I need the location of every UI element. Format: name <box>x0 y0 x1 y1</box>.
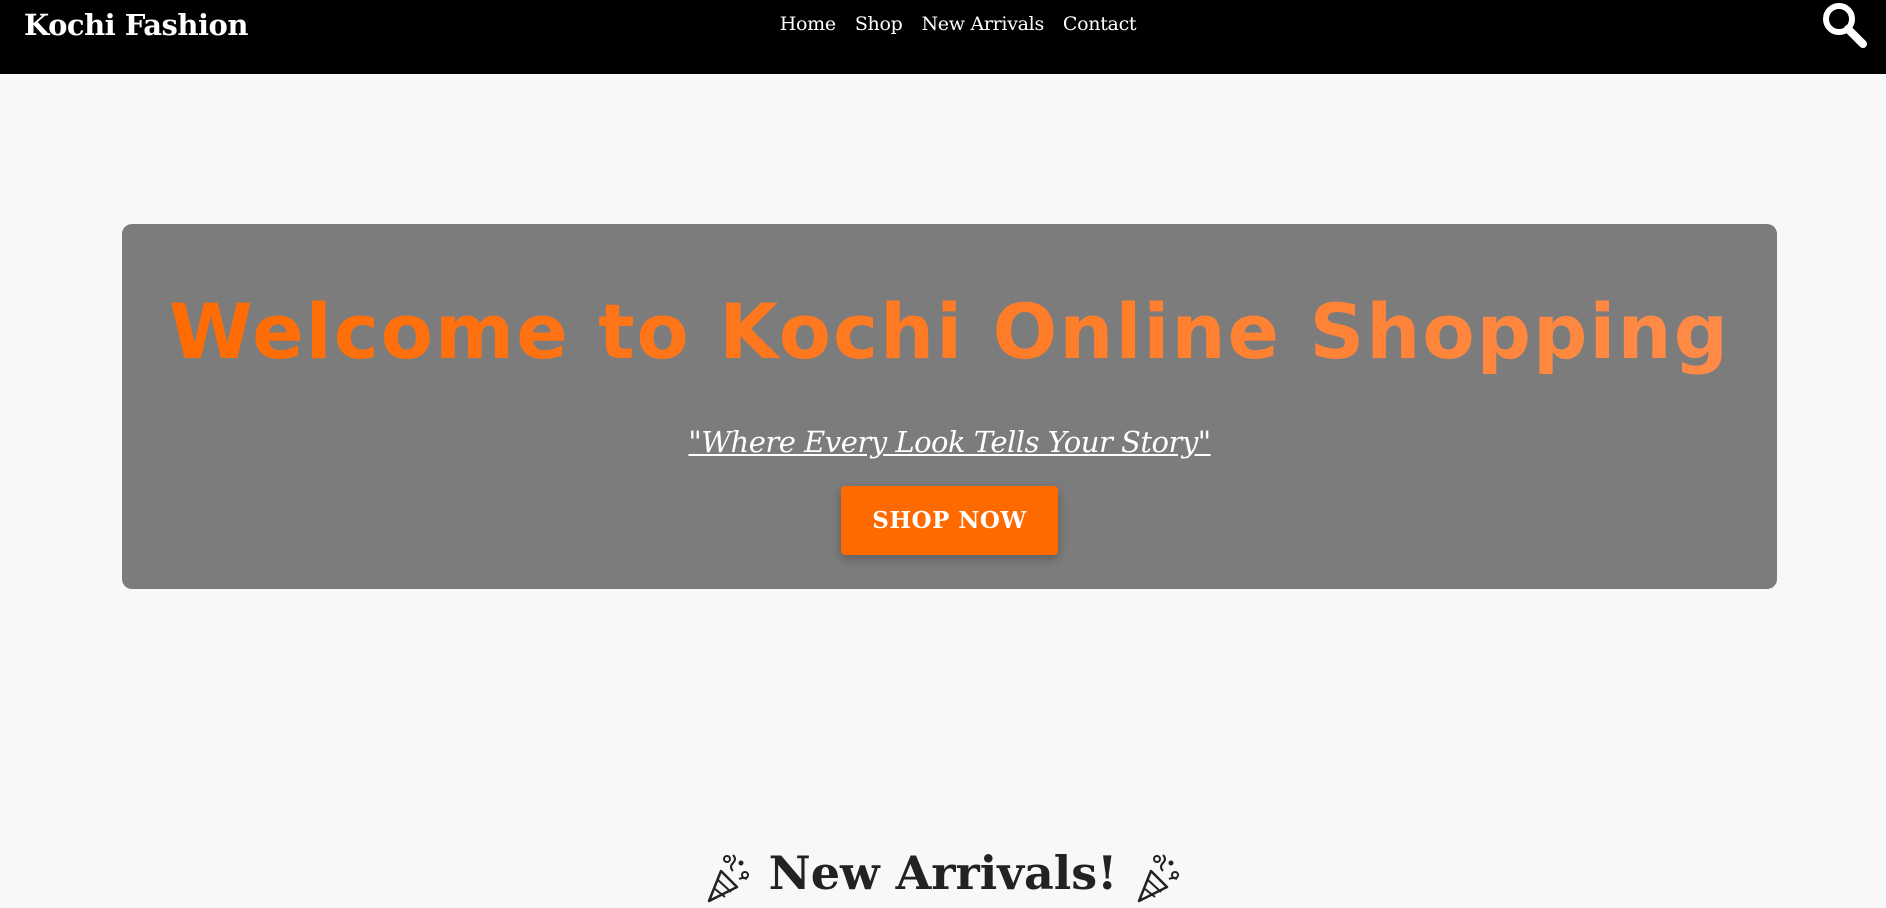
hero-banner: Welcome to Kochi Online Shopping "Where … <box>122 224 1777 589</box>
hero-tagline: "Where Every Look Tells Your Story" <box>688 425 1211 459</box>
hero-title: Welcome to Kochi Online Shopping <box>122 282 1777 382</box>
nav-link-shop[interactable]: Shop <box>855 10 903 38</box>
search-icon <box>1823 3 1867 48</box>
party-popper-icon <box>1138 854 1180 903</box>
new-arrivals-heading: New Arrivals! <box>0 838 1886 908</box>
nav-link-contact[interactable]: Contact <box>1063 10 1137 38</box>
shop-now-button[interactable]: SHOP NOW <box>841 486 1058 555</box>
new-arrivals-title: New Arrivals! <box>768 846 1118 900</box>
party-popper-icon <box>707 854 749 903</box>
search-button[interactable] <box>1820 0 1868 50</box>
top-navbar: Kochi Fashion Home Shop New Arrivals Con… <box>0 0 1886 74</box>
nav-link-home[interactable]: Home <box>780 10 836 38</box>
nav-link-new-arrivals[interactable]: New Arrivals <box>921 10 1044 38</box>
main-nav: Home Shop New Arrivals Contact <box>0 10 1886 38</box>
